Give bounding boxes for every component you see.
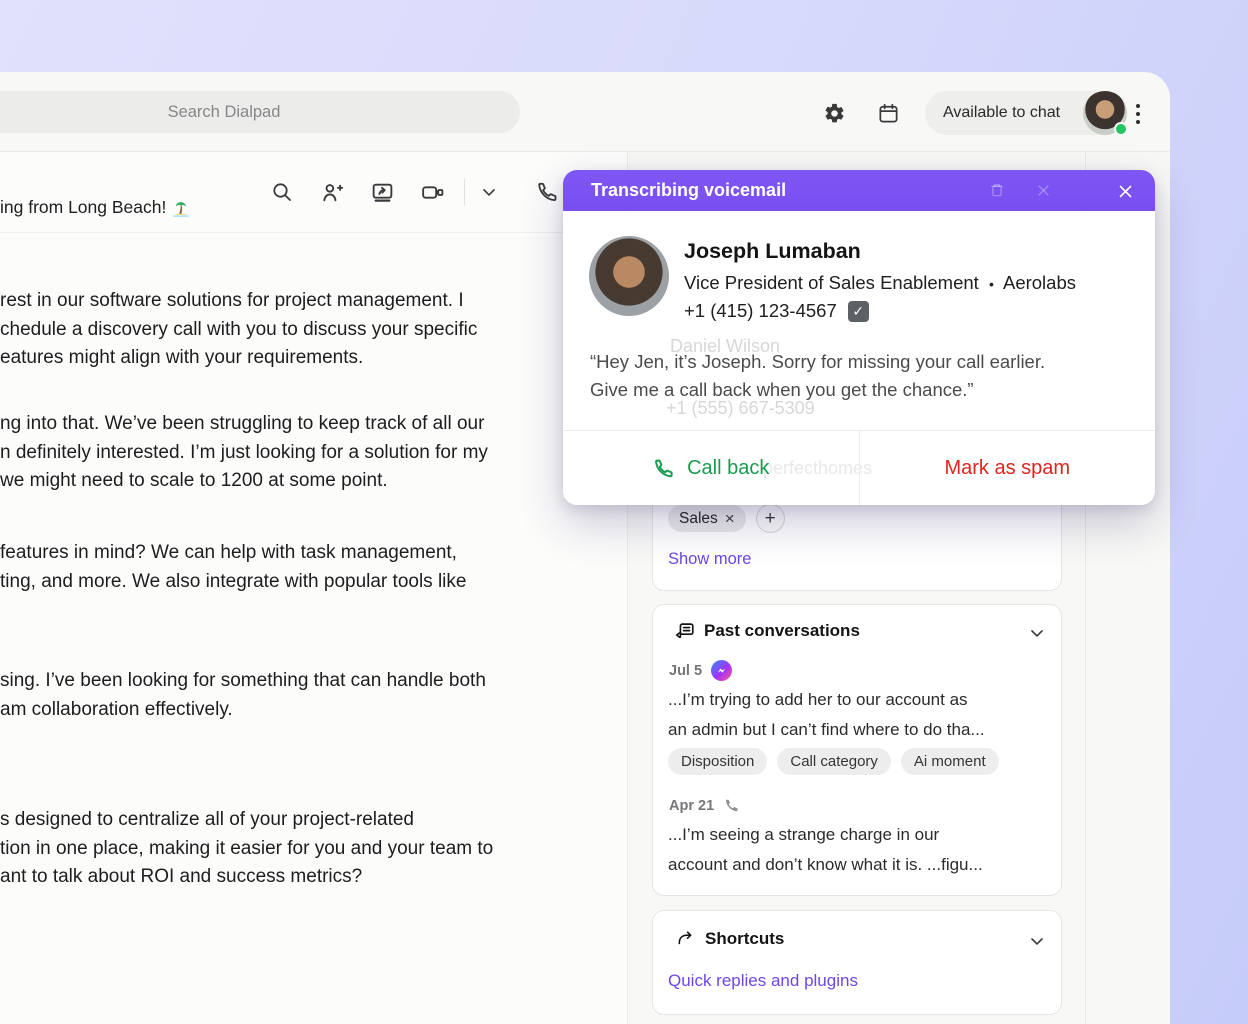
- contact-tags: Sales × +: [668, 504, 785, 533]
- availability-label: Available to chat: [925, 104, 1060, 122]
- collapse-shortcuts-button[interactable]: [1026, 930, 1048, 952]
- add-tag-button[interactable]: +: [756, 504, 785, 533]
- phone-icon: [723, 797, 740, 814]
- chevron-down-icon: [479, 182, 499, 202]
- conversation-subject: ing from Long Beach!: [0, 197, 190, 218]
- caller-avatar: [589, 236, 669, 316]
- show-more-link[interactable]: Show more: [668, 550, 751, 569]
- caller-title-company: Vice President of Sales Enablement • Aer…: [684, 272, 1076, 294]
- chat-paragraph: s designed to centralize all of your pro…: [0, 806, 586, 892]
- close-popup-button[interactable]: [1113, 179, 1137, 203]
- video-call-button[interactable]: [414, 174, 450, 210]
- voicemail-popup: Daniel Wilson +1 (555) 667-5309 perfecth…: [563, 170, 1155, 505]
- tag-disposition[interactable]: Disposition: [668, 748, 767, 775]
- phone-icon: [535, 180, 559, 204]
- chevron-down-icon: [1027, 931, 1047, 951]
- search-icon: [270, 180, 294, 204]
- settings-button[interactable]: [816, 95, 852, 131]
- close-icon: [1117, 183, 1134, 200]
- calendar-button[interactable]: [870, 95, 906, 131]
- check-icon: ✓: [852, 303, 864, 320]
- tag-call-category[interactable]: Call category: [777, 748, 891, 775]
- voicemail-transcript: “Hey Jen, it’s Joseph. Sorry for missing…: [590, 348, 1045, 404]
- conversation-tags: Disposition Call category Ai moment: [668, 748, 999, 775]
- chat-paragraph: ng into that. We’ve been struggling to k…: [0, 410, 586, 496]
- caller-name: Joseph Lumaban: [684, 239, 861, 264]
- conversation-preview[interactable]: ...I’m trying to add her to our account …: [668, 685, 985, 745]
- gear-icon: [823, 102, 846, 125]
- conversation-entry-date: Apr 21: [669, 797, 740, 814]
- search-in-conversation-button[interactable]: [264, 174, 300, 210]
- tag-ai-moment[interactable]: Ai moment: [901, 748, 999, 775]
- collapse-past-conversations-button[interactable]: [1026, 622, 1048, 644]
- call-back-label: Call back: [687, 457, 769, 480]
- bullet-separator: •: [984, 276, 999, 292]
- conversation-preview[interactable]: ...I’m seeing a strange charge in our ac…: [668, 820, 983, 880]
- close-icon: [1036, 183, 1051, 198]
- conversation-history-icon: [674, 620, 696, 642]
- screen: Search Dialpad Available to chat ing fro…: [0, 0, 1248, 1024]
- shortcuts-card: [652, 910, 1062, 1015]
- call-button[interactable]: [529, 174, 565, 210]
- screen-share-button[interactable]: [364, 174, 400, 210]
- chat-paragraph: features in mind? We can help with task …: [0, 539, 586, 596]
- search-placeholder: Search Dialpad: [168, 103, 281, 122]
- chat-paragraph: rest in our software solutions for proje…: [0, 287, 586, 373]
- online-status-dot: [1114, 122, 1128, 136]
- past-conversations-header: Past conversations: [674, 620, 860, 642]
- chat-toolbar: [264, 174, 565, 210]
- avatar[interactable]: [1083, 91, 1127, 135]
- more-call-options-button[interactable]: [475, 174, 503, 210]
- remove-tag-icon[interactable]: ×: [725, 510, 735, 527]
- shortcut-arrow-icon: [676, 928, 697, 949]
- video-camera-icon: [420, 180, 445, 205]
- messenger-icon: [711, 660, 732, 681]
- quick-replies-link[interactable]: Quick replies and plugins: [668, 971, 858, 991]
- plus-icon: +: [765, 508, 776, 530]
- verified-checkbox[interactable]: ✓: [848, 301, 869, 322]
- chat-paragraph: sing. I’ve been looking for something th…: [0, 667, 586, 724]
- chevron-down-icon: [1027, 623, 1047, 643]
- call-back-button[interactable]: Call back: [563, 431, 860, 505]
- voicemail-popup-header[interactable]: Transcribing voicemail: [563, 170, 1155, 211]
- screen-share-icon: [370, 180, 395, 205]
- add-person-button[interactable]: [314, 174, 350, 210]
- mark-spam-label: Mark as spam: [944, 457, 1070, 480]
- person-add-icon: [320, 180, 345, 205]
- topbar-divider: [0, 151, 1170, 152]
- availability-status[interactable]: Available to chat: [925, 91, 1127, 135]
- caller-phone-row: +1 (415) 123-4567 ✓: [684, 300, 869, 322]
- chat-header-divider: [0, 232, 628, 233]
- voicemail-actions: Call back Mark as spam: [563, 430, 1155, 505]
- shortcuts-header: Shortcuts: [676, 928, 784, 949]
- trash-icon: [988, 181, 1006, 199]
- phone-icon: [652, 457, 675, 480]
- tag-sales[interactable]: Sales ×: [668, 505, 746, 532]
- toolbar-divider: [464, 179, 465, 205]
- more-options-button[interactable]: [1128, 98, 1148, 130]
- calendar-icon: [877, 102, 900, 125]
- conversation-entry-date: Jul 5: [669, 660, 732, 681]
- desert-island-icon: [172, 199, 190, 217]
- search-input[interactable]: Search Dialpad: [0, 91, 520, 133]
- caller-phone: +1 (415) 123-4567: [684, 300, 837, 322]
- mark-as-spam-button[interactable]: Mark as spam: [860, 431, 1156, 505]
- popup-title: Transcribing voicemail: [591, 180, 786, 201]
